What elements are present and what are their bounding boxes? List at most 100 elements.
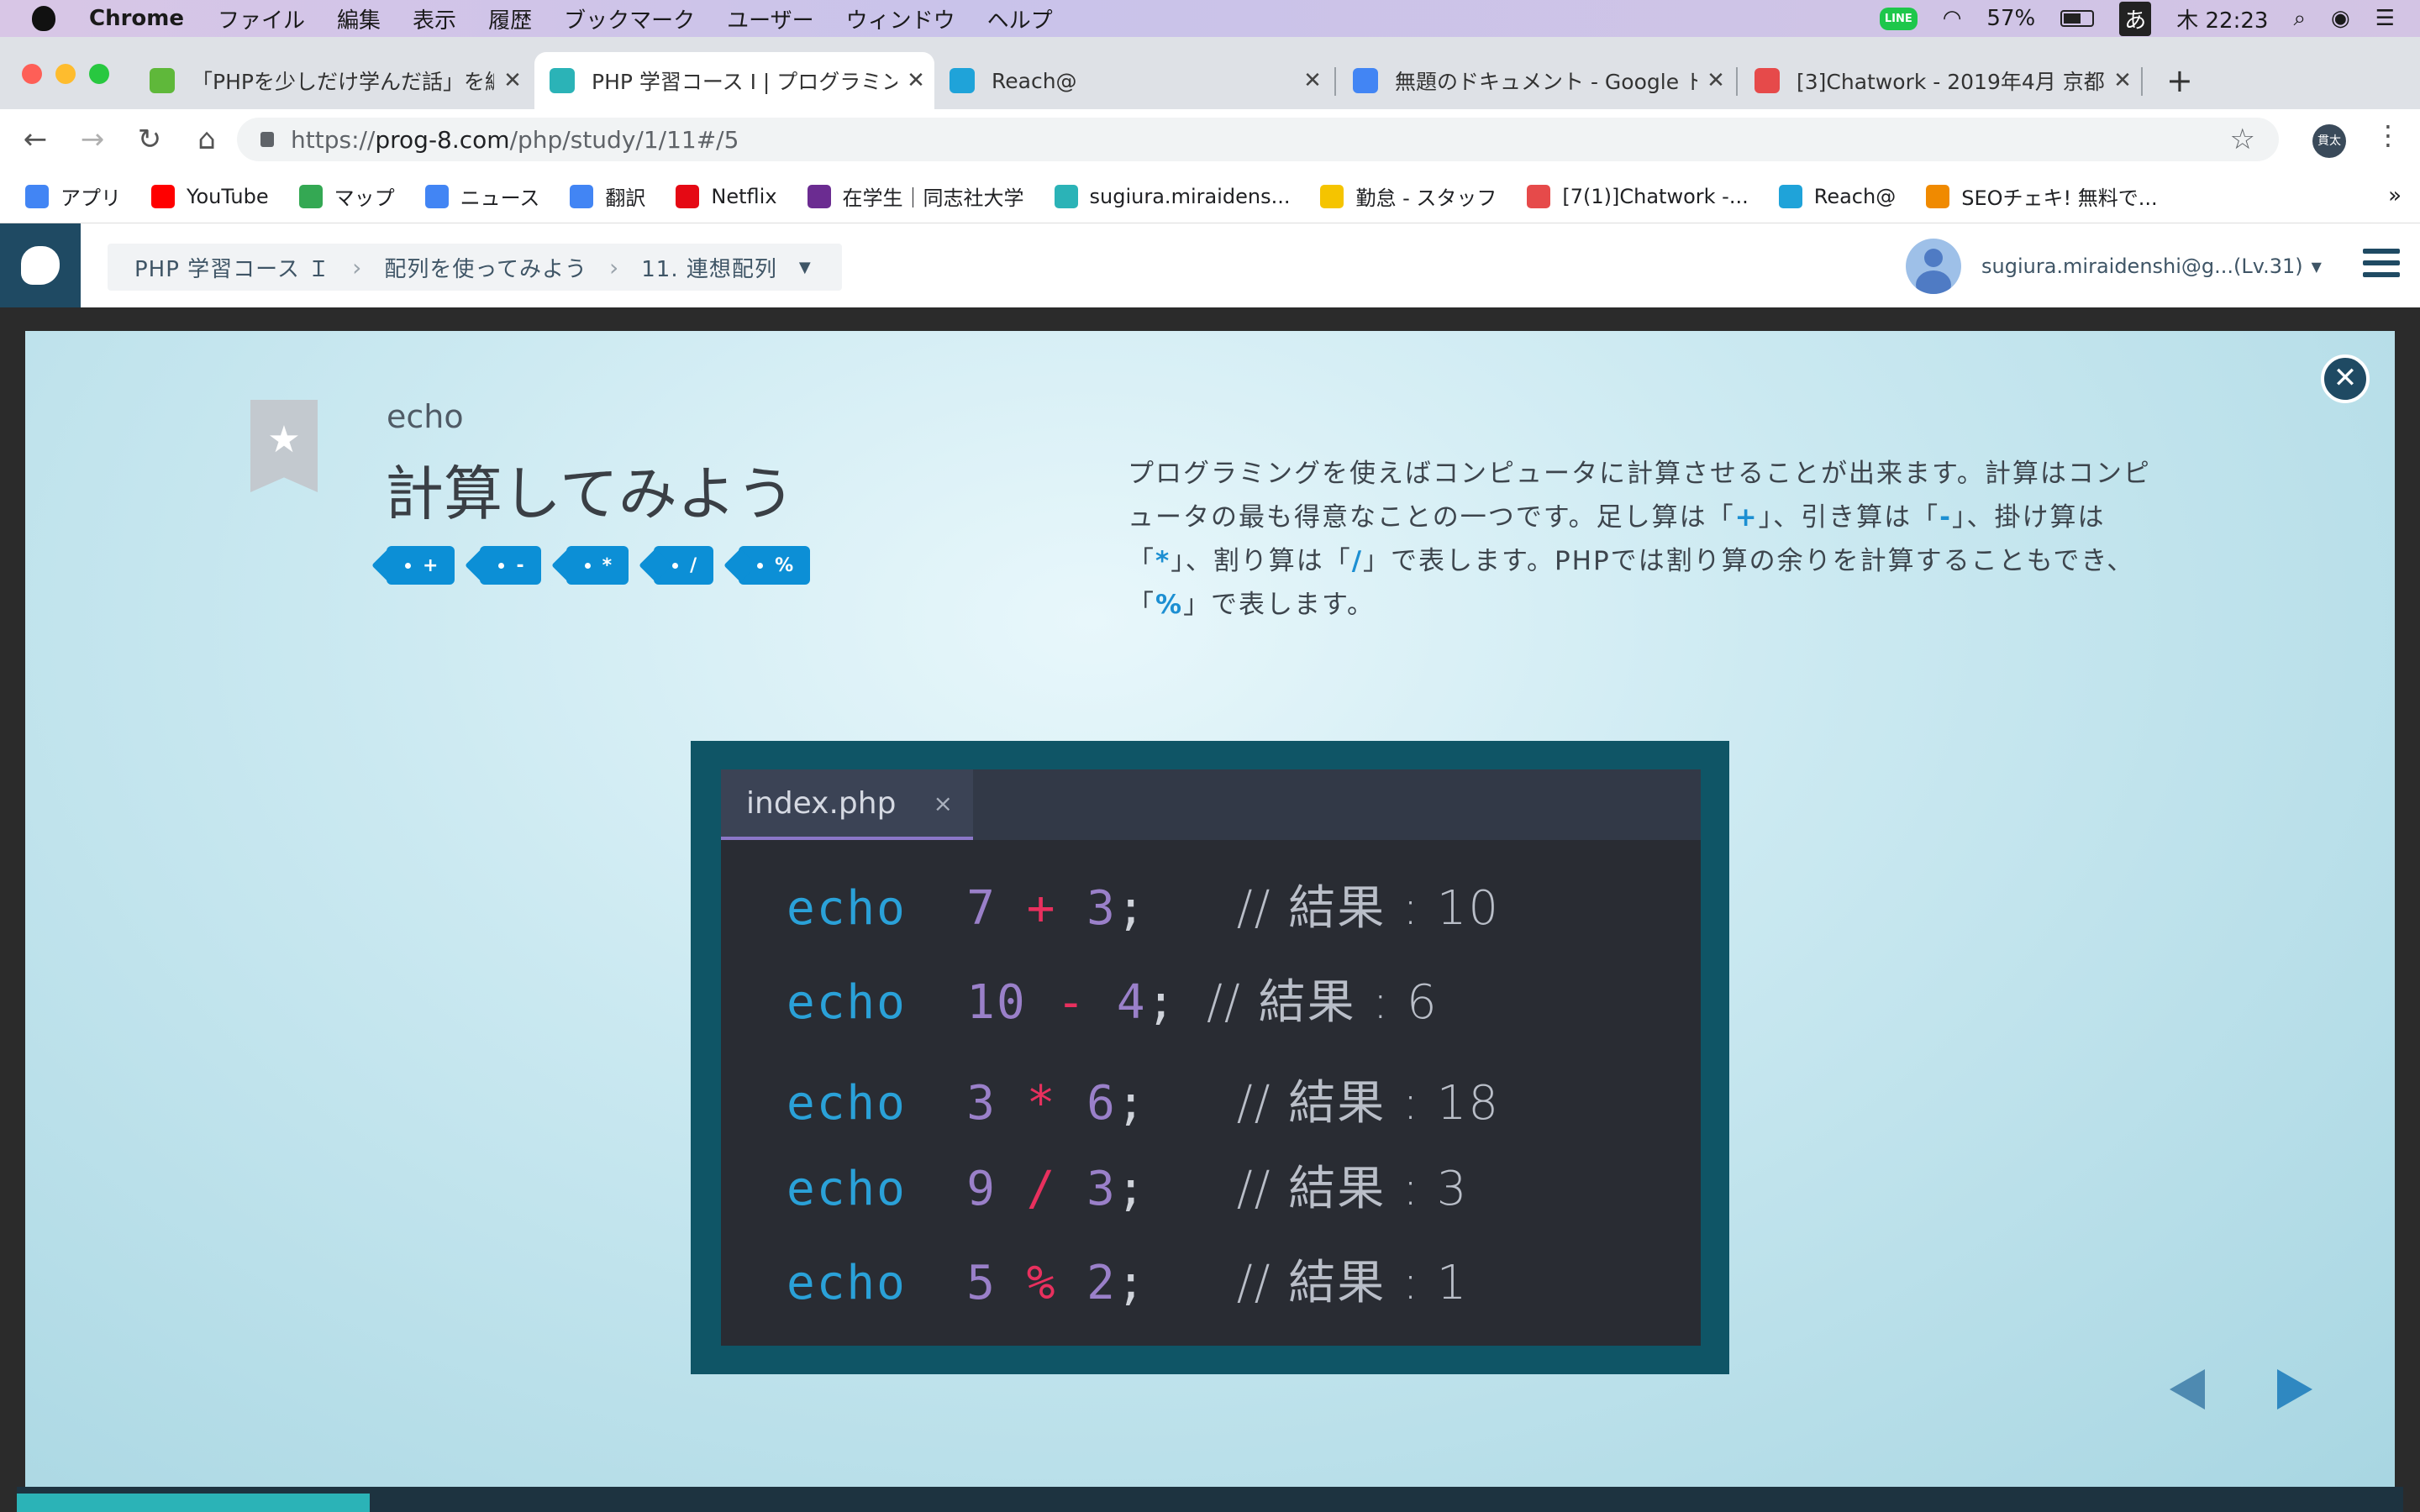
browser-tab[interactable]: [3]Chatwork - 2019年4月 京都月 ✕ <box>1739 52 2141 109</box>
code-line: echo 10 - 4; // 結果 : 6 <box>786 975 1439 1030</box>
news-icon <box>424 184 449 208</box>
url-scheme: https:// <box>291 125 376 154</box>
browser-tab[interactable]: 無題のドキュメント - Google ドキ ✕ <box>1338 52 1734 109</box>
bookmark-label: ニュース <box>460 186 540 210</box>
breadcrumb-chapter[interactable]: 配列を使ってみよう <box>384 252 587 283</box>
new-tab-plus-icon[interactable]: + <box>2166 62 2193 99</box>
close-icon[interactable]: ✕ <box>2321 354 2370 403</box>
bookmarks-overflow-icon[interactable]: » <box>2388 183 2402 208</box>
tab-close-icon[interactable]: ✕ <box>1294 68 1331 93</box>
bookmark-label: Netflix <box>711 184 777 208</box>
profile-avatar[interactable]: 貫太 <box>2312 124 2346 158</box>
menu-user[interactable]: ユーザー <box>727 3 813 34</box>
line-app-icon[interactable]: LINE <box>1879 7 1918 30</box>
bookmark-translate[interactable]: 翻訳 <box>570 181 645 211</box>
menu-help[interactable]: ヘルプ <box>987 3 1053 34</box>
tab-title: Reach@ <box>992 68 1077 93</box>
tab-close-icon[interactable]: ✕ <box>897 68 934 93</box>
bookmark-apps[interactable]: アプリ <box>25 181 121 211</box>
bookmark-maps[interactable]: マップ <box>298 181 395 211</box>
back-arrow-icon[interactable]: ← <box>7 123 64 156</box>
menu-file[interactable]: ファイル <box>218 3 305 34</box>
hamburger-menu-icon[interactable] <box>2363 249 2400 284</box>
menu-window[interactable]: ウィンドウ <box>846 3 955 34</box>
browser-menu-icon[interactable]: ⋮ <box>2375 119 2402 151</box>
tab-favicon-icon <box>1754 68 1780 93</box>
forward-arrow-icon[interactable]: → <box>64 123 121 156</box>
mac-menubar: Chrome ファイル 編集 表示 履歴 ブックマーク ユーザー ウィンドウ ヘ… <box>0 0 2420 37</box>
address-bar[interactable]: https://prog-8.com/php/study/1/11#/5 ☆ <box>237 118 2279 161</box>
slide-bookmark-ribbon[interactable]: ★ <box>250 400 318 492</box>
apple-icon[interactable] <box>32 6 55 31</box>
prev-slide-arrow-icon[interactable] <box>2170 1369 2205 1410</box>
bookmark-star-icon[interactable]: ☆ <box>2230 123 2255 156</box>
breadcrumb-lesson[interactable]: 11. 連想配列 <box>641 252 777 283</box>
tab-close-icon[interactable]: ✕ <box>494 68 531 93</box>
browser-tab-active[interactable]: PHP 学習コース I | プログラミング ✕ <box>534 52 934 109</box>
tab-favicon-icon <box>550 68 575 93</box>
tag-divide: / <box>654 546 714 585</box>
siri-icon[interactable]: ◉ <box>2331 6 2350 31</box>
bookmark-attendance[interactable]: 勤怠 - スタッフ <box>1320 181 1497 211</box>
notification-center-icon[interactable]: ☰ <box>2375 6 2395 31</box>
slide-title: 計算してみよう <box>385 459 795 528</box>
code-line: echo 5 % 2; // 結果 : 1 <box>786 1256 1469 1310</box>
youtube-icon <box>151 184 175 208</box>
caret-down-icon[interactable]: ▼ <box>799 259 812 276</box>
slide-subtitle: echo <box>387 398 464 435</box>
reload-icon[interactable]: ↻ <box>121 123 178 156</box>
bookmark-progate-user[interactable]: sugiura.miraidens... <box>1054 184 1290 208</box>
menu-view[interactable]: 表示 <box>413 3 456 34</box>
tag-label: * <box>602 554 613 576</box>
tab-separator <box>1736 67 1738 96</box>
tab-close-icon[interactable]: ✕ <box>1697 68 1734 93</box>
bookmark-news[interactable]: ニュース <box>424 181 540 211</box>
menubar-clock[interactable]: 木 22:23 <box>2176 3 2268 34</box>
breadcrumb-course[interactable]: PHP 学習コース Ｉ <box>134 252 330 283</box>
window-zoom-button[interactable] <box>89 64 109 84</box>
input-method-indicator[interactable]: あ <box>2119 1 2152 36</box>
battery-percent: 57% <box>1986 6 2036 31</box>
desc-operator: / <box>1351 546 1364 576</box>
tab-title: [3]Chatwork - 2019年4月 京都月 <box>1797 70 2104 94</box>
browser-tab[interactable]: 「PHPを少しだけ学んだ話」を編集 ✕ <box>134 52 531 109</box>
bookmark-label: 翻訳 <box>605 186 646 210</box>
wifi-icon[interactable]: ◠ <box>1943 6 1962 31</box>
chatwork-icon <box>1527 184 1551 208</box>
netflix-icon <box>676 184 700 208</box>
lock-icon[interactable] <box>260 132 274 147</box>
next-slide-arrow-icon[interactable] <box>2277 1369 2312 1410</box>
slide-description: プログラミングを使えばコンピュータに計算させることが出来ます。計算はコンピュータ… <box>1128 452 2161 627</box>
menu-edit[interactable]: 編集 <box>337 3 381 34</box>
progate-icon <box>1054 184 1078 208</box>
battery-icon[interactable] <box>2060 10 2095 27</box>
user-menu[interactable]: sugiura.miraidenshi@g...(Lv.31) ▼ <box>1906 239 2322 294</box>
bookmark-label: マップ <box>334 186 395 210</box>
progate-logo[interactable] <box>0 223 81 307</box>
tag-label: + <box>423 554 439 576</box>
desc-operator: * <box>1155 546 1171 576</box>
tab-favicon-icon <box>950 68 975 93</box>
bookmark-chatwork[interactable]: [7(1)]Chatwork -... <box>1527 184 1749 208</box>
caret-down-icon: ▼ <box>2311 258 2322 275</box>
bookmark-youtube[interactable]: YouTube <box>151 184 269 208</box>
browser-tab[interactable]: Reach@ ✕ <box>934 52 1331 109</box>
lesson-progress-fill <box>17 1494 370 1512</box>
bookmark-doshisha[interactable]: 在学生｜同志社大学 <box>807 181 1024 211</box>
menu-bookmarks[interactable]: ブックマーク <box>564 3 695 34</box>
tab-close-icon[interactable]: ✕ <box>2104 68 2141 93</box>
breadcrumb: PHP 学習コース Ｉ › 配列を使ってみよう › 11. 連想配列 ▼ <box>108 244 842 291</box>
bookmark-seo[interactable]: SEOチェキ! 無料で... <box>1926 181 2158 211</box>
window-close-button[interactable] <box>22 64 42 84</box>
spotlight-search-icon[interactable]: ⌕ <box>2293 6 2306 32</box>
tag-plus: + <box>387 546 455 585</box>
code-line: echo 7 + 3; // 結果 : 10 <box>786 881 1501 936</box>
menu-history[interactable]: 履歴 <box>488 3 532 34</box>
desc-operator: % <box>1155 590 1184 620</box>
bookmark-netflix[interactable]: Netflix <box>676 184 777 208</box>
bookmarks-bar: アプリ YouTube マップ ニュース 翻訳 Netflix 在学生｜同志社大… <box>0 170 2420 223</box>
menubar-app-name[interactable]: Chrome <box>89 6 184 31</box>
window-minimize-button[interactable] <box>55 64 76 84</box>
bookmark-reach[interactable]: Reach@ <box>1778 184 1896 208</box>
home-icon[interactable]: ⌂ <box>178 123 235 156</box>
